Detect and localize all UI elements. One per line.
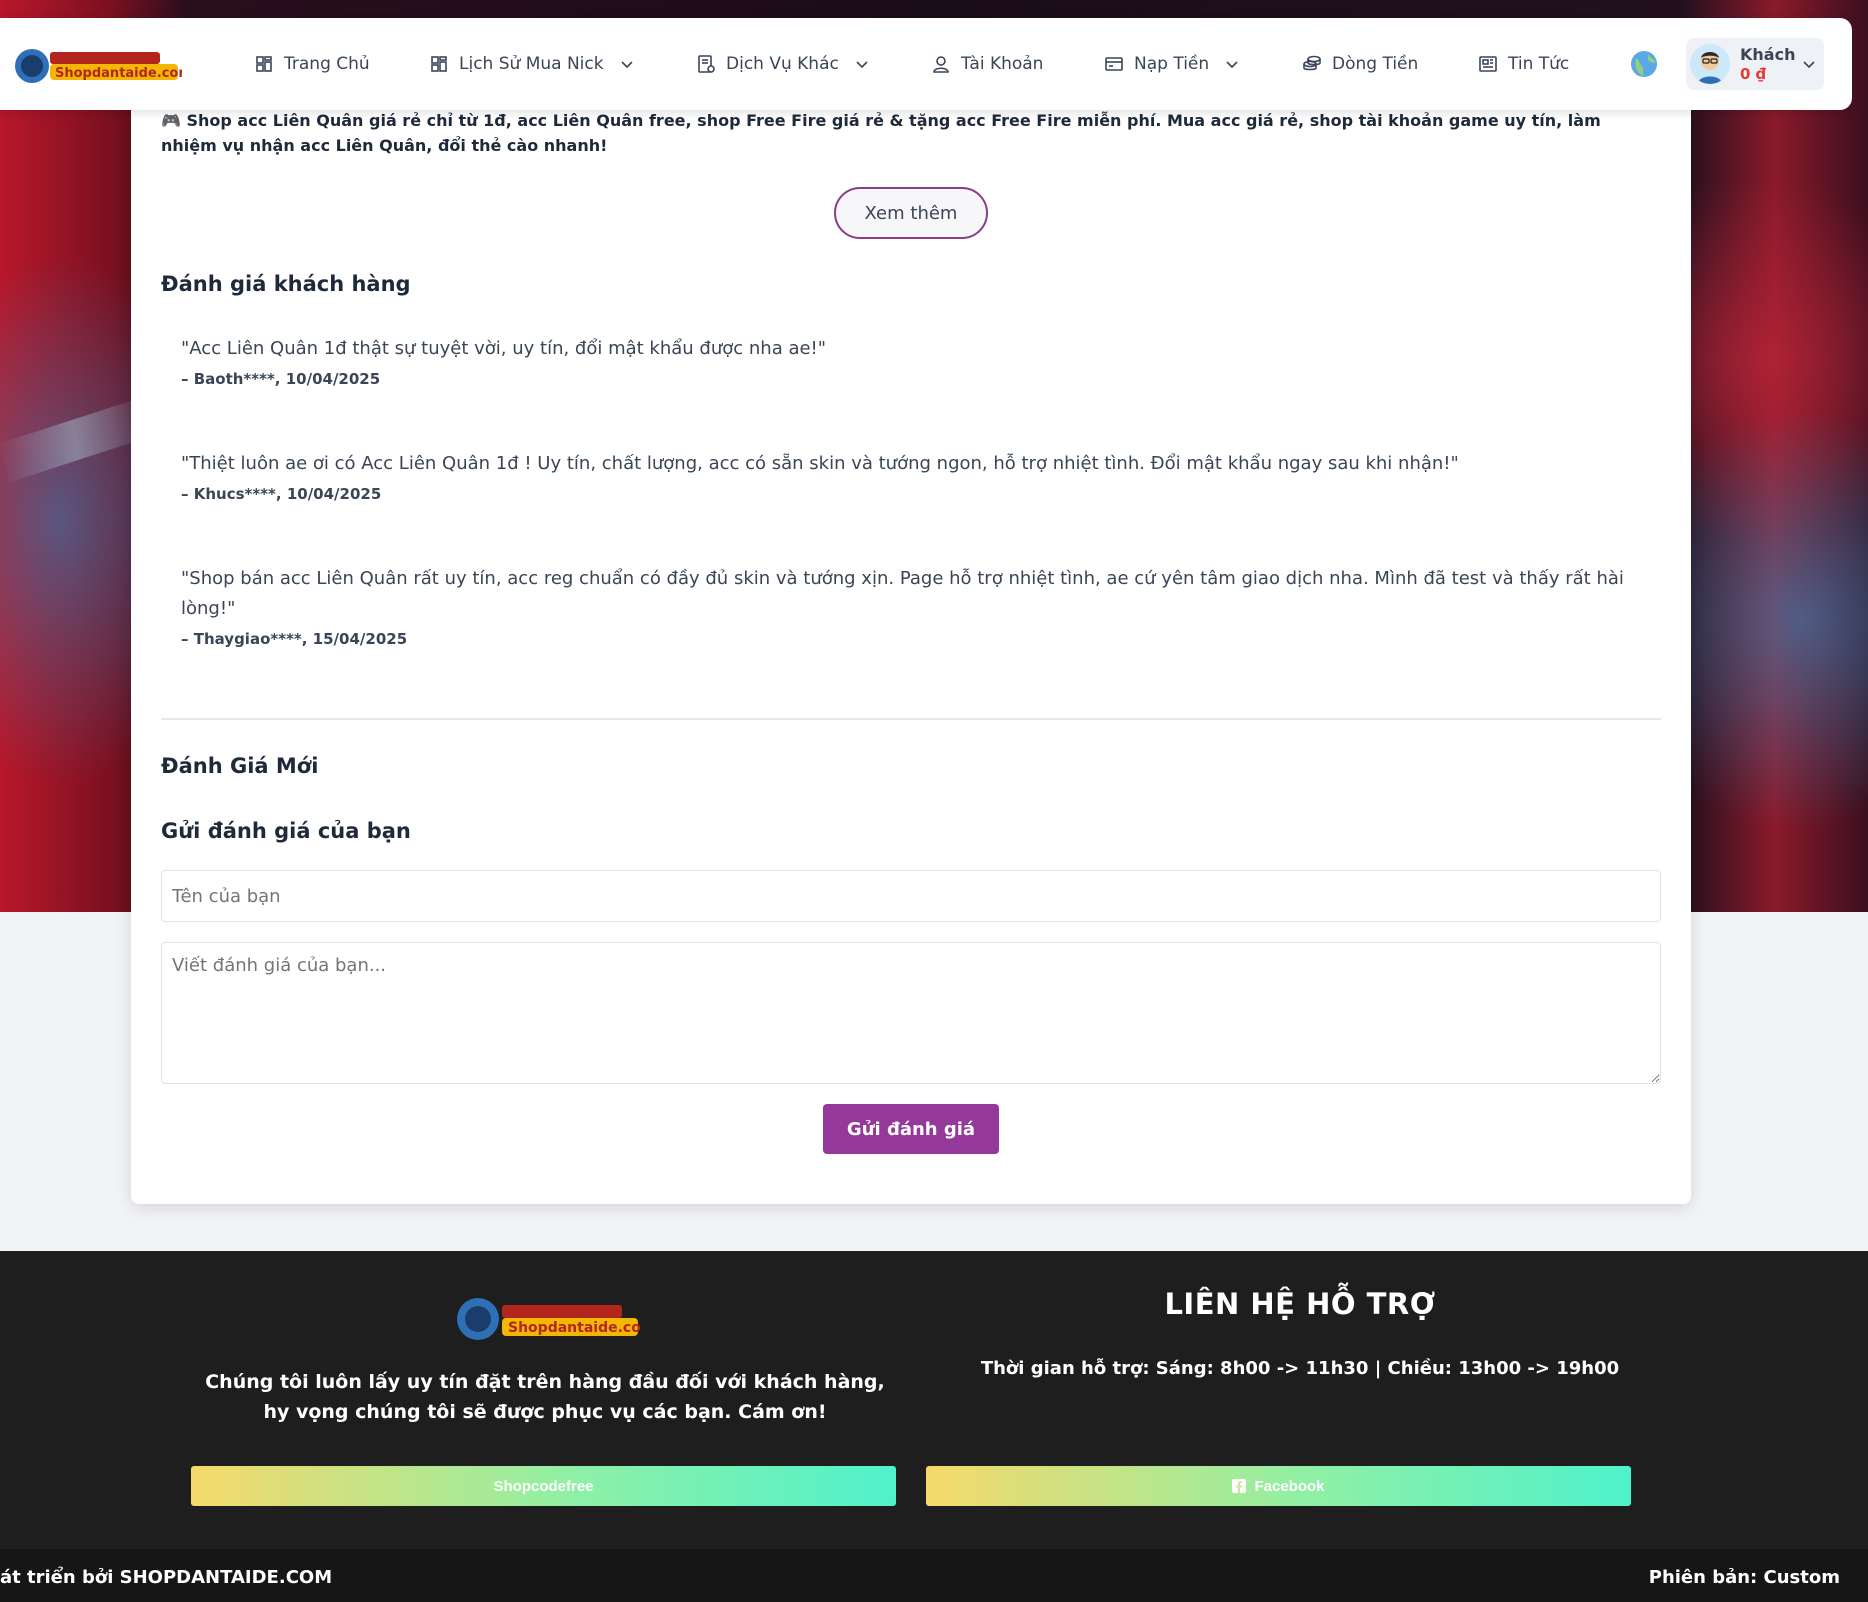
nav-nap-tien[interactable]: Nạp Tiền — [1104, 18, 1239, 110]
nav-label: Dịch Vụ Khác — [726, 54, 839, 74]
news-icon — [1479, 56, 1497, 72]
review-text: "Acc Liên Quân 1đ thật sự tuyệt vời, uy … — [181, 338, 827, 359]
nav-label: Trang Chủ — [284, 54, 370, 74]
shopcodefree-link[interactable]: Shopcodefree — [191, 1466, 896, 1506]
service-icon — [698, 55, 715, 73]
user-name: Khách — [1740, 45, 1796, 65]
user-menu[interactable]: Khách 0 ₫ — [1686, 38, 1824, 90]
reviewer-name-input[interactable] — [161, 870, 1661, 922]
link-label: Shopcodefree — [493, 1477, 594, 1495]
xem-them-button[interactable]: Xem thêm — [834, 187, 988, 239]
nav-dong-tien[interactable]: Dòng Tiền — [1302, 18, 1418, 110]
review-author: – Thaygiao****, 15/04/2025 — [181, 630, 408, 648]
nav-label: Nạp Tiền — [1134, 54, 1210, 74]
review-item: "Acc Liên Quân 1đ thật sự tuyệt vời, uy … — [181, 334, 1651, 388]
support-hours: Thời gian hỗ trợ: Sáng: 8h00 -> 11h30 | … — [980, 1358, 1620, 1379]
developer-credit: át triển bởi SHOPDANTAIDE.COM — [0, 1567, 333, 1588]
nav-label: Dòng Tiền — [1332, 54, 1419, 74]
review-author: – Baoth****, 10/04/2025 — [181, 370, 381, 388]
chevron-down-icon — [1803, 61, 1815, 69]
grid-icon — [256, 56, 272, 72]
review-form-title: Gửi đánh giá của bạn — [161, 819, 411, 843]
link-label: Facebook — [1254, 1477, 1325, 1495]
reviews-title: Đánh giá khách hàng — [161, 272, 411, 296]
nav-dich-vu-khac[interactable]: Dịch Vụ Khác — [696, 18, 869, 110]
nav-tai-khoan[interactable]: Tài Khoản — [931, 18, 1043, 110]
nav-trang-chu[interactable]: Trang Chủ — [254, 18, 370, 110]
language-globe-icon[interactable] — [1630, 50, 1658, 78]
chevron-down-icon — [856, 61, 868, 69]
facebook-icon — [1232, 1479, 1247, 1493]
divider — [161, 718, 1661, 720]
nav-label: Tin Tức — [1508, 54, 1570, 74]
contact-title: LIÊN HỆ HỖ TRỢ — [1164, 1287, 1436, 1321]
content-card: 🎮 Shop acc Liên Quân giá rẻ chỉ từ 1đ, a… — [131, 80, 1691, 1204]
nav-tin-tuc[interactable]: Tin Tức — [1478, 18, 1569, 110]
intro-text: 🎮 Shop acc Liên Quân giá rẻ chỉ từ 1đ, a… — [161, 111, 1601, 155]
footer: Shopdantaide.com Chúng tôi luôn lấy uy t… — [0, 1251, 1868, 1549]
avatar — [1690, 44, 1730, 84]
nav-label: Lịch Sử Mua Nick — [459, 54, 604, 74]
review-text: "Thiệt luôn ae ơi có Acc Liên Quân 1đ ! … — [181, 453, 1459, 474]
nav-lich-su-mua-nick[interactable]: Lịch Sử Mua Nick — [429, 18, 634, 110]
top-navbar: Shopdantaide.com Trang Chủ Lịch Sử Mua N… — [0, 18, 1852, 110]
new-review-title: Đánh Giá Mới — [161, 754, 319, 778]
user-balance: 0 ₫ — [1740, 64, 1767, 83]
svg-text:Shopdantaide.com: Shopdantaide.com — [55, 66, 182, 81]
facebook-link[interactable]: Facebook — [926, 1466, 1631, 1506]
chevron-down-icon — [621, 61, 633, 69]
submit-review-button[interactable]: Gửi đánh giá — [823, 1104, 999, 1154]
footer-logo[interactable]: Shopdantaide.com — [452, 1293, 655, 1345]
user-icon — [933, 56, 949, 73]
footer-description: Chúng tôi luôn lấy uy tín đặt trên hàng … — [205, 1371, 885, 1423]
review-author: – Khucs****, 10/04/2025 — [181, 485, 382, 503]
version-label: Phiên bản: Custom — [1648, 1567, 1840, 1588]
review-item: "Shop bán acc Liên Quân rất uy tín, acc … — [181, 564, 1651, 648]
card-icon — [1105, 57, 1123, 71]
bottom-bar: át triển bởi SHOPDANTAIDE.COM Phiên bản:… — [0, 1549, 1868, 1602]
money-icon — [1303, 55, 1321, 71]
review-item: "Thiệt luôn ae ơi có Acc Liên Quân 1đ ! … — [181, 449, 1651, 503]
review-content-textarea[interactable] — [161, 942, 1661, 1084]
chevron-down-icon — [1226, 61, 1238, 69]
review-text: "Shop bán acc Liên Quân rất uy tín, acc … — [181, 568, 1624, 619]
site-logo[interactable]: Shopdantaide.com — [10, 44, 192, 86]
nav-label: Tài Khoản — [961, 54, 1044, 74]
svg-text:Shopdantaide.com: Shopdantaide.com — [508, 1320, 642, 1336]
grid-icon — [431, 56, 447, 72]
